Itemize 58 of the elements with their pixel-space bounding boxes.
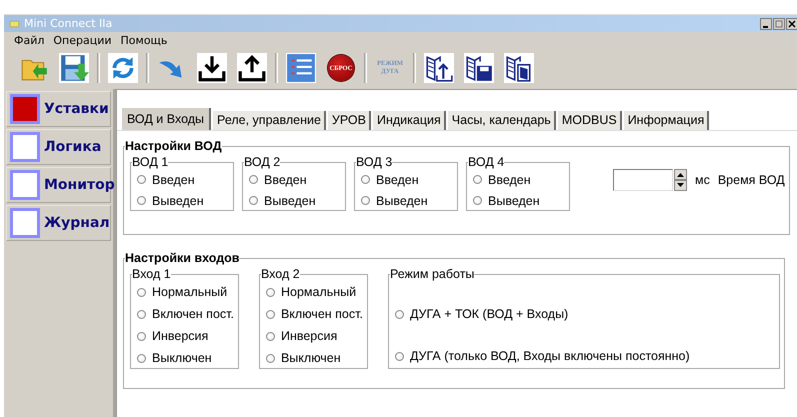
sidebar-label: Уставки (44, 101, 109, 117)
sidebar-label: Логика (44, 139, 102, 155)
radio-option[interactable]: Введен (249, 172, 307, 186)
tab[interactable]: Реле, управление (213, 111, 326, 130)
tab[interactable]: Индикация (373, 111, 446, 130)
unit-label: мс (695, 173, 710, 187)
radio-option[interactable]: Включен пост. (266, 307, 363, 321)
group-title: ВОД 3 (356, 155, 392, 169)
menu-item[interactable]: Помощь (120, 34, 168, 47)
book-floppy-icon[interactable] (464, 53, 494, 83)
group-title: ВОД 1 (132, 155, 168, 169)
tab[interactable]: Часы, календарь (448, 111, 556, 130)
minimize-icon[interactable] (760, 18, 772, 30)
radio-option[interactable]: Введен (361, 172, 419, 186)
close-icon[interactable] (786, 18, 797, 30)
radio-option[interactable]: Выведен (473, 194, 540, 208)
radio-option[interactable]: Включен пост. (137, 307, 234, 321)
book-door-icon[interactable] (504, 53, 534, 83)
menu-item[interactable]: Операции (53, 34, 112, 47)
group-title: Вход 2 (260, 267, 300, 281)
group-title: Вход 1 (132, 267, 171, 281)
sidebar-item[interactable]: Журнал (6, 205, 111, 241)
spin-arrows-icon[interactable] (674, 169, 687, 191)
upload-icon[interactable] (237, 53, 267, 83)
radio-option[interactable]: Нормальный (137, 285, 228, 299)
radio-option[interactable]: Введен (137, 172, 195, 186)
sidebar-item[interactable]: Уставки (6, 91, 111, 127)
group-title: Настройки ВОД (125, 139, 222, 153)
group-title: Режим работы (390, 267, 474, 281)
refresh-icon[interactable] (108, 53, 138, 83)
radio-option[interactable]: Введен (473, 172, 531, 186)
menu-item[interactable]: Файл (14, 34, 44, 47)
radio-option[interactable]: ДУГА (только ВОД, Входы включены постоянно) (394, 349, 690, 363)
radio-option[interactable]: Выключен (266, 351, 341, 365)
tab[interactable]: Информация (624, 111, 710, 130)
group-title: ВОД 4 (468, 155, 504, 169)
radio-option[interactable]: Выведен (249, 194, 316, 208)
app-icon (10, 20, 19, 26)
window-title: Mini Connect IIa (24, 17, 112, 30)
radio-option[interactable]: Инверсия (137, 329, 208, 343)
time-input-field[interactable] (613, 169, 673, 191)
field-label: Время ВОД (718, 173, 785, 187)
radio-option[interactable]: Выведен (137, 194, 204, 208)
radio-option[interactable]: Инверсия (266, 329, 338, 343)
group-title: Настройки входов (125, 251, 240, 265)
tab[interactable]: УРОВ (328, 111, 371, 130)
tab[interactable]: MODBUS (558, 111, 622, 130)
sidebar-label: Журнал (44, 215, 110, 231)
checklist-icon[interactable] (286, 53, 316, 83)
tab[interactable]: ВОД и Входы (122, 108, 212, 130)
radio-option[interactable]: Выключен (137, 351, 212, 365)
radio-option[interactable]: Нормальный (266, 285, 356, 299)
group-title: ВОД 2 (244, 155, 280, 169)
radio-option[interactable]: Выведен (361, 194, 428, 208)
sidebar-item[interactable]: Логика (6, 129, 111, 165)
book-upload-icon[interactable] (424, 53, 454, 83)
download-icon[interactable] (197, 53, 227, 83)
radio-option[interactable]: ДУГА + ТОК (ВОД + Входы) (394, 307, 568, 321)
